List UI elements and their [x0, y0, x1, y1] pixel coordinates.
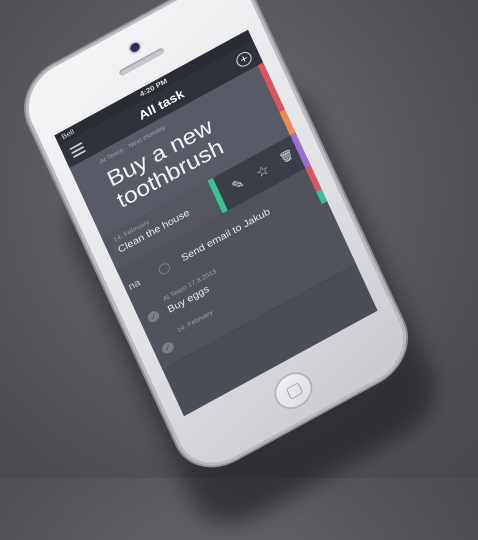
- task-checkbox-done[interactable]: ✓: [160, 340, 176, 356]
- star-icon[interactable]: ☆: [251, 159, 275, 183]
- home-square-icon: [285, 382, 304, 400]
- home-button[interactable]: [268, 365, 319, 416]
- priority-stripe: [279, 109, 296, 136]
- edit-icon[interactable]: ✎: [226, 173, 250, 197]
- task-checkbox-done[interactable]: ✓: [146, 309, 161, 325]
- trash-icon[interactable]: 🗑: [275, 146, 298, 167]
- stage: Bell 4:20 PM All task + At Tesco · Next …: [0, 0, 478, 540]
- task-checkbox[interactable]: [156, 261, 172, 277]
- priority-stripe: [257, 62, 285, 113]
- task-title-partial: na: [127, 277, 143, 293]
- phone-screen: Bell 4:20 PM All task + At Tesco · Next …: [54, 29, 378, 417]
- earpiece-speaker: [118, 47, 165, 77]
- front-camera: [128, 41, 142, 54]
- priority-stripe: [305, 165, 322, 192]
